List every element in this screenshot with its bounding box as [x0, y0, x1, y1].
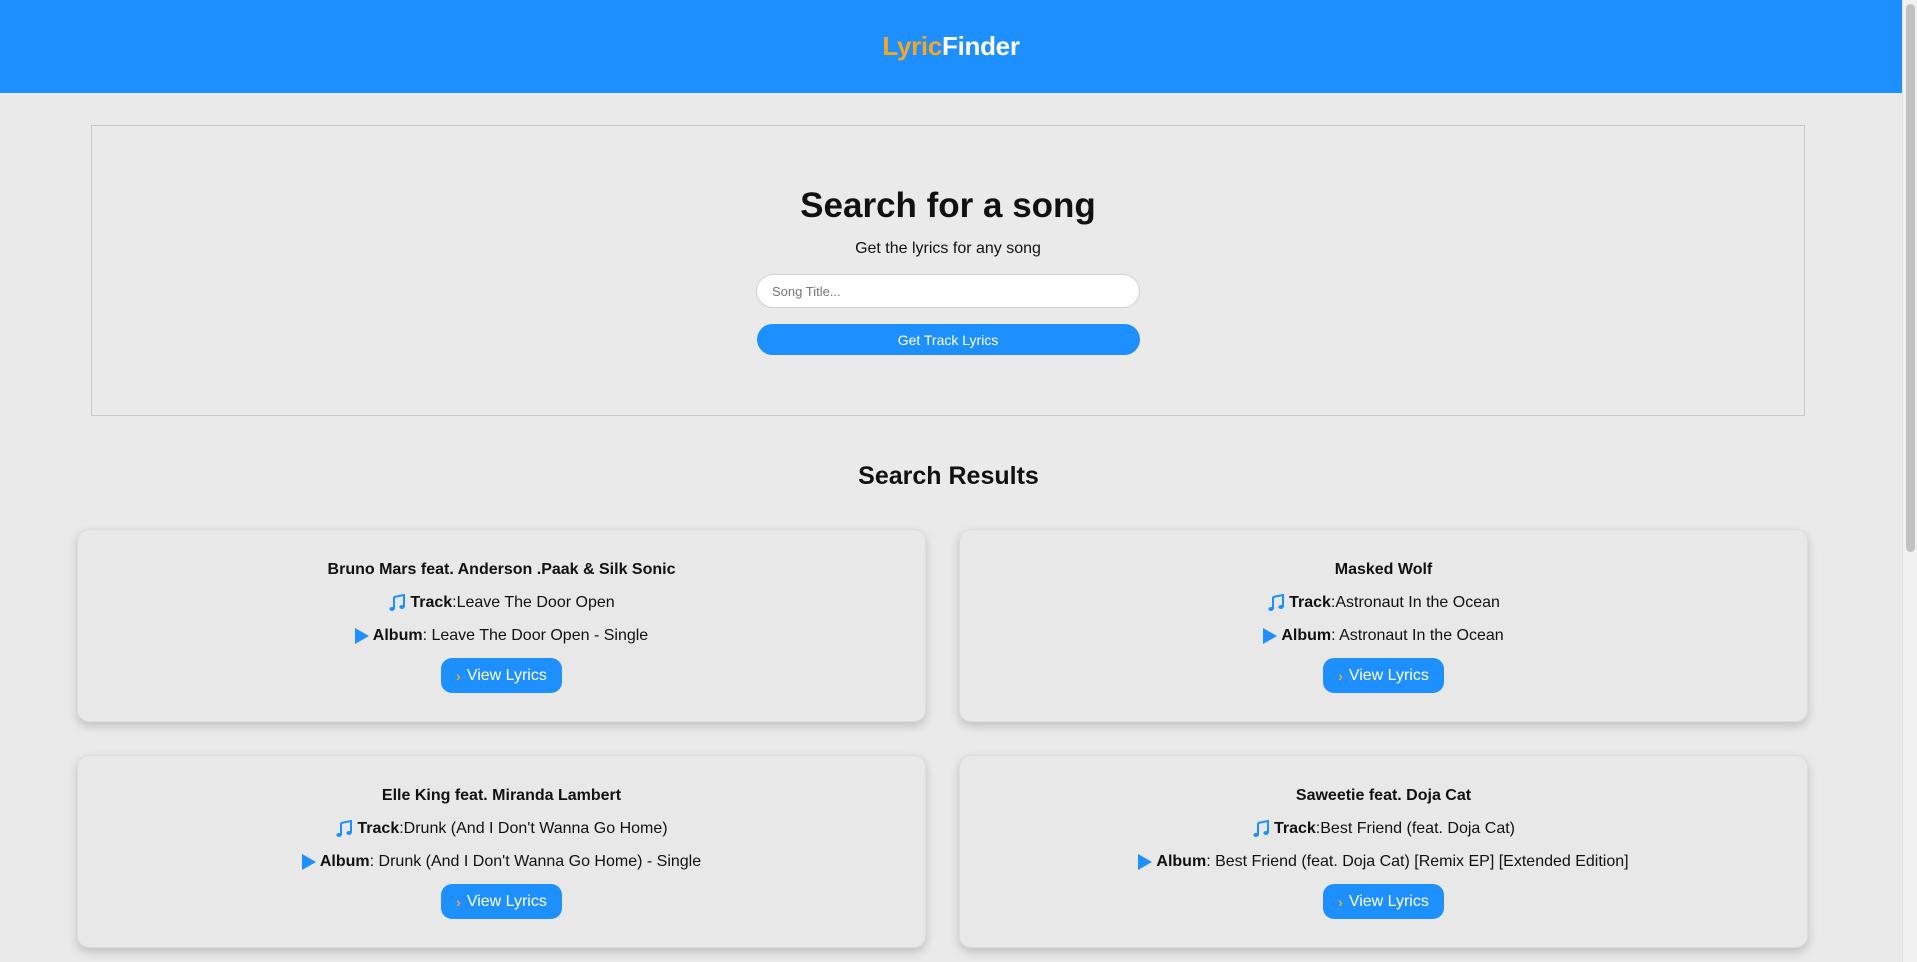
album-label: Album — [372, 627, 423, 644]
chevron-right-icon: › — [456, 667, 461, 684]
get-track-lyrics-button[interactable]: Get Track Lyrics — [756, 324, 1140, 355]
result-card: Elle King feat. Miranda Lambert Track:Dr… — [77, 755, 926, 948]
album-label: Album — [319, 853, 370, 870]
play-icon — [354, 628, 369, 644]
view-lyrics-button[interactable]: › View Lyrics — [441, 884, 562, 919]
card-track-line: Track:Astronaut In the Ocean — [1267, 594, 1500, 612]
play-icon — [301, 854, 316, 870]
result-card: Saweetie feat. Doja Cat Track:Best Frien… — [959, 755, 1808, 948]
view-lyrics-label: View Lyrics — [1348, 666, 1429, 684]
track-name: Drunk (And I Don't Wanna Go Home) — [403, 820, 668, 837]
music-note-icon — [388, 594, 406, 612]
card-album-line: Album: Drunk (And I Don't Wanna Go Home)… — [301, 853, 702, 871]
chevron-right-icon: › — [1338, 667, 1343, 684]
album-label: Album — [1156, 853, 1207, 870]
play-icon — [1263, 628, 1278, 644]
page: LyricFinder Search for a song Get the ly… — [0, 0, 1917, 962]
music-note-icon — [1267, 594, 1285, 612]
view-lyrics-label: View Lyrics — [1348, 892, 1429, 910]
card-album-line: Album: Leave The Door Open - Single — [354, 627, 649, 645]
card-album-line: Album: Astronaut In the Ocean — [1263, 627, 1504, 645]
album-name: Drunk (And I Don't Wanna Go Home) - Sing… — [378, 853, 702, 870]
music-note-icon — [1252, 820, 1270, 838]
scrollbar-thumb[interactable] — [1906, 4, 1915, 552]
music-note-icon — [335, 820, 353, 838]
view-lyrics-button[interactable]: › View Lyrics — [441, 658, 562, 693]
card-track-line: Track:Best Friend (feat. Doja Cat) — [1252, 820, 1515, 838]
top-bar: LyricFinder — [0, 0, 1902, 93]
search-subtitle: Get the lyrics for any song — [855, 240, 1041, 257]
view-lyrics-label: View Lyrics — [466, 892, 547, 910]
album-name: Leave The Door Open - Single — [431, 627, 649, 644]
card-artist: Bruno Mars feat. Anderson .Paak & Silk S… — [327, 561, 676, 578]
song-title-input[interactable] — [756, 274, 1140, 308]
search-panel: Search for a song Get the lyrics for any… — [91, 125, 1805, 416]
track-label: Track — [1273, 820, 1316, 837]
track-label: Track — [1289, 594, 1331, 611]
logo-lyric: Lyric — [882, 31, 943, 61]
chevron-right-icon: › — [1338, 893, 1343, 910]
search-title: Search for a song — [800, 186, 1096, 225]
card-artist: Elle King feat. Miranda Lambert — [381, 787, 622, 804]
logo[interactable]: LyricFinder — [882, 31, 1020, 62]
album-name: Best Friend (feat. Doja Cat) [Remix EP] … — [1215, 853, 1629, 870]
track-name: Best Friend (feat. Doja Cat) — [1320, 820, 1515, 837]
vertical-scrollbar[interactable] — [1902, 0, 1917, 962]
track-label: Track — [357, 820, 400, 837]
album-label: Album — [1281, 627, 1332, 644]
track-name: Astronaut In the Ocean — [1335, 594, 1500, 611]
results-title: Search Results — [858, 462, 1039, 490]
view-lyrics-label: View Lyrics — [466, 666, 547, 684]
result-card: Bruno Mars feat. Anderson .Paak & Silk S… — [77, 529, 926, 722]
card-album-line: Album: Best Friend (feat. Doja Cat) [Rem… — [1138, 853, 1629, 871]
view-lyrics-button[interactable]: › View Lyrics — [1323, 884, 1444, 919]
track-label: Track — [410, 594, 453, 611]
card-track-line: Track:Leave The Door Open — [388, 594, 615, 612]
chevron-right-icon: › — [456, 893, 461, 910]
album-name: Astronaut In the Ocean — [1339, 627, 1504, 644]
view-lyrics-button[interactable]: › View Lyrics — [1323, 658, 1444, 693]
result-card: Masked Wolf Track:Astronaut In the Ocean… — [959, 529, 1808, 722]
track-name: Leave The Door Open — [456, 594, 615, 611]
card-artist: Saweetie feat. Doja Cat — [1295, 787, 1472, 804]
logo-finder: Finder — [942, 31, 1020, 61]
card-track-line: Track:Drunk (And I Don't Wanna Go Home) — [335, 820, 668, 838]
play-icon — [1138, 854, 1153, 870]
card-artist: Masked Wolf — [1334, 561, 1433, 578]
